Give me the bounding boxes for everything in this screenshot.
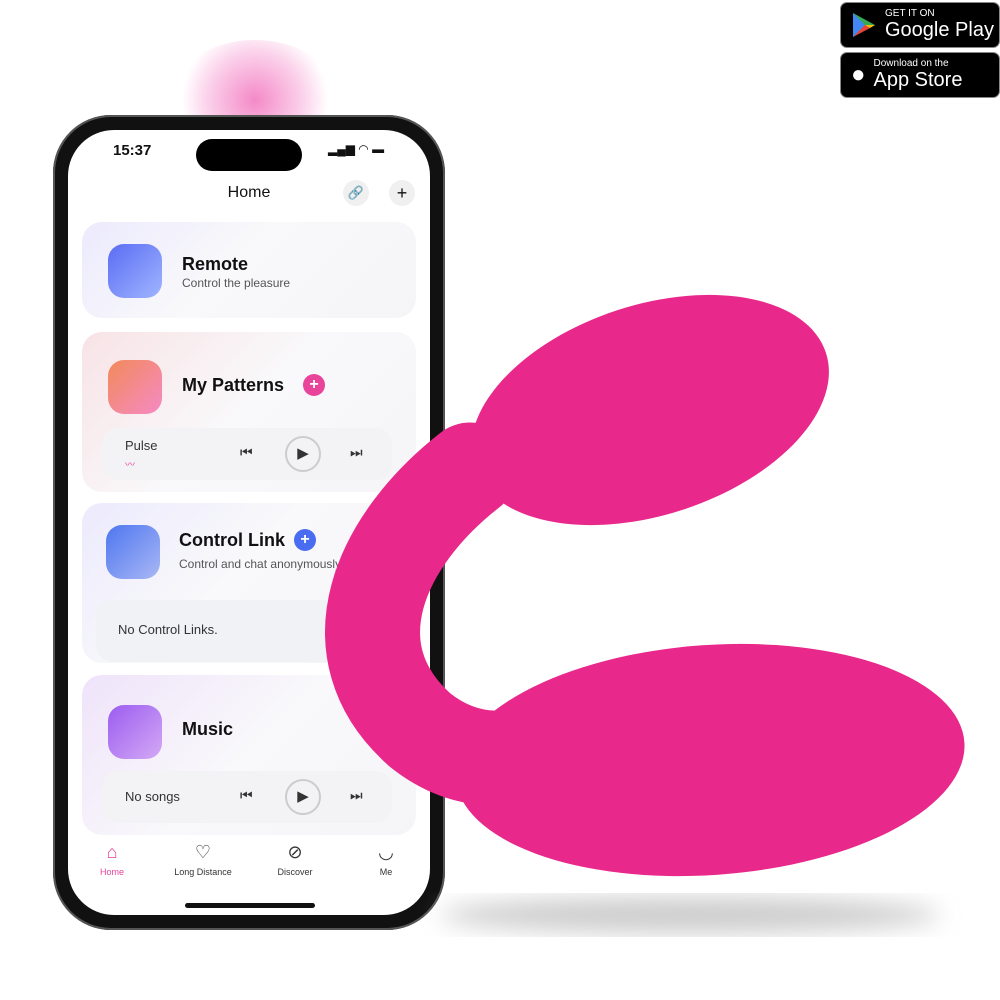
product-upper-arm bbox=[471, 294, 829, 526]
product-image bbox=[325, 294, 965, 933]
product-shadow bbox=[440, 897, 940, 933]
product-lower-arm bbox=[455, 643, 965, 877]
